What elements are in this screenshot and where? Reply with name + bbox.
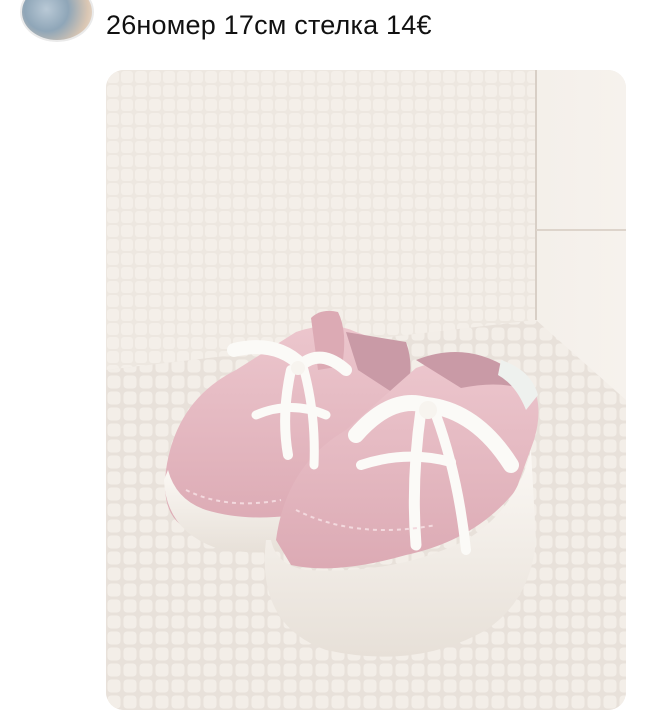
message-text: 26номер 17см стелка 14€ bbox=[106, 10, 432, 40]
shoes-photo-graphic bbox=[106, 70, 626, 710]
message-photo[interactable] bbox=[106, 70, 626, 710]
sender-avatar[interactable] bbox=[20, 0, 94, 42]
